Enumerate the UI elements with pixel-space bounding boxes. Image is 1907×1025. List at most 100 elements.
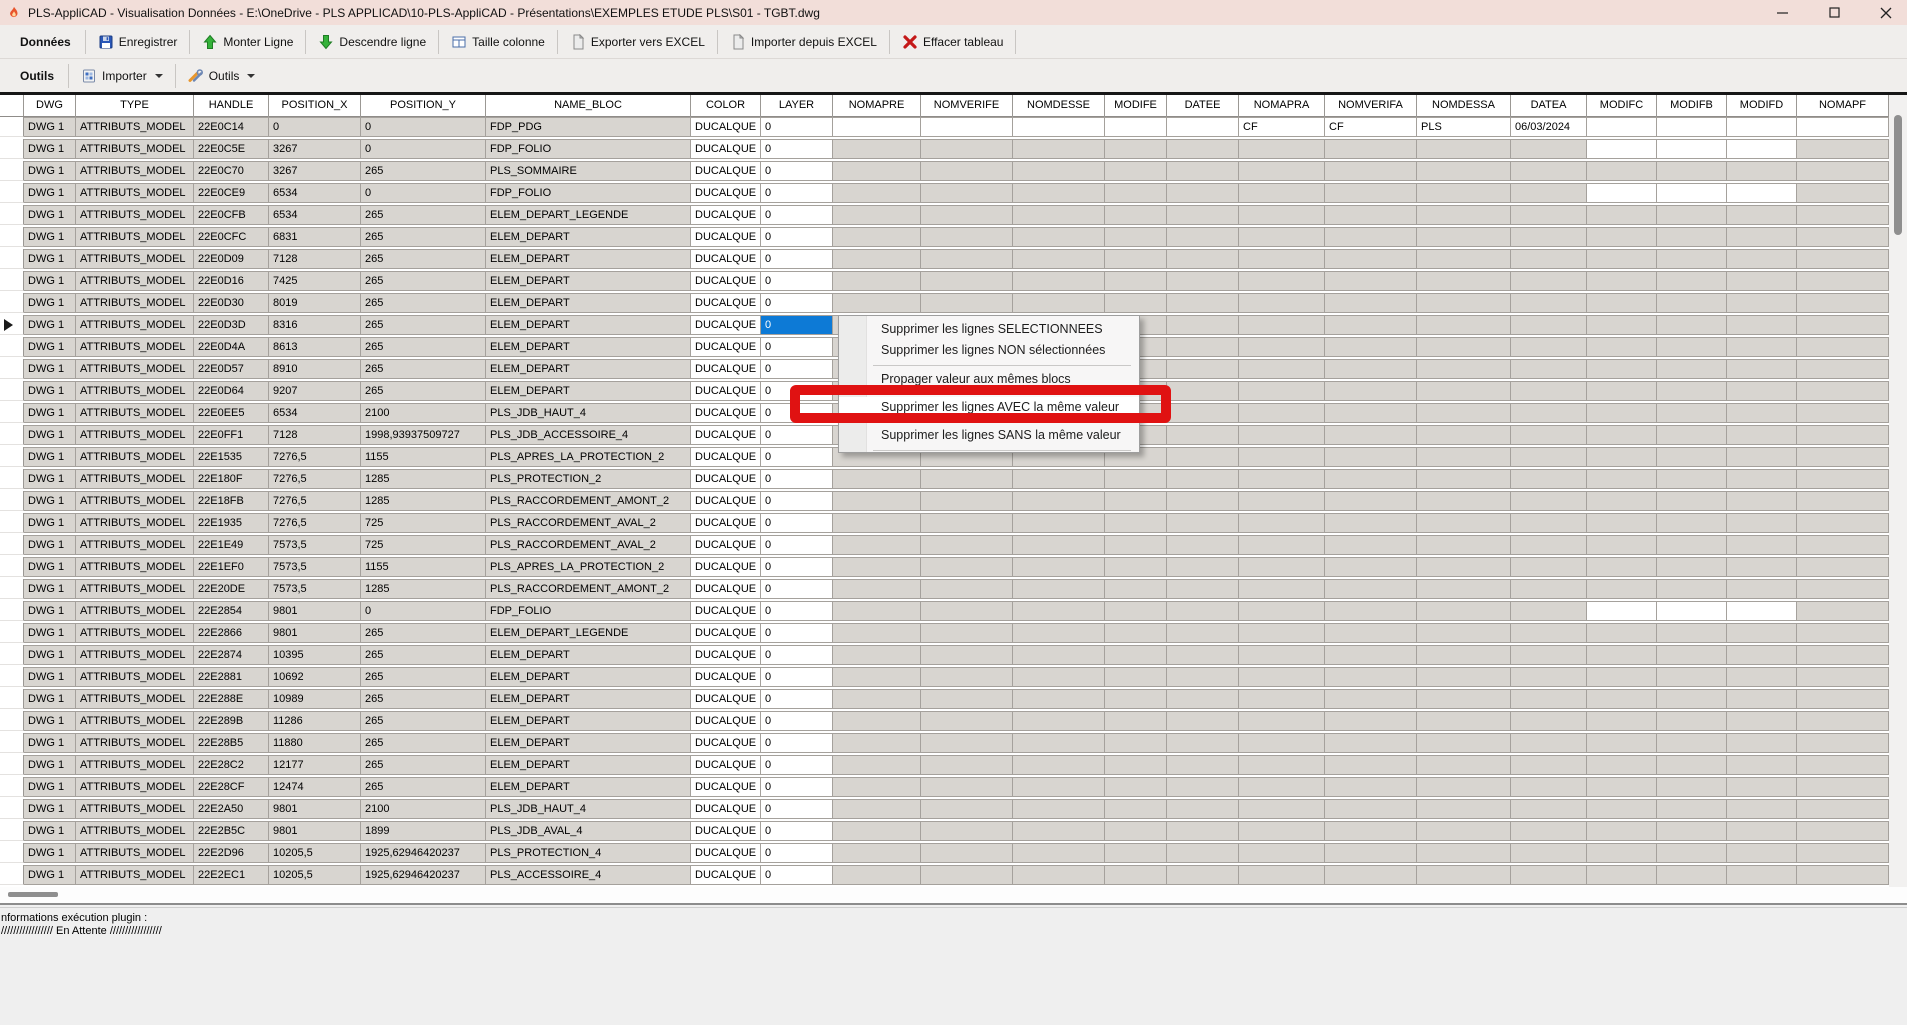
cell-modifc[interactable] [1587, 557, 1657, 577]
cell-datea[interactable] [1511, 469, 1587, 489]
cell-name_bloc[interactable]: PLS_RACCORDEMENT_AMONT_2 [486, 579, 691, 599]
cell-datea[interactable] [1511, 755, 1587, 775]
cell-nomdessa[interactable] [1417, 469, 1511, 489]
cell-nomapra[interactable] [1239, 271, 1325, 291]
cell-nomapf[interactable] [1797, 447, 1889, 467]
cell-modifd[interactable] [1727, 865, 1797, 885]
cell-nomapre[interactable] [833, 689, 921, 709]
cell-color[interactable]: DUCALQUE [691, 117, 761, 137]
cell-layer[interactable]: 0 [761, 711, 833, 731]
cell-nomverife[interactable] [921, 557, 1013, 577]
cell-dwg[interactable]: DWG 1 [24, 491, 76, 511]
cell-type[interactable]: ATTRIBUTS_MODEL [76, 513, 194, 533]
cell-handle[interactable]: 22E0C70 [194, 161, 269, 181]
cell-nomapre[interactable] [833, 513, 921, 533]
row-selector[interactable] [0, 711, 24, 731]
cell-modife[interactable] [1105, 271, 1167, 291]
cell-datee[interactable] [1167, 755, 1239, 775]
cell-datee[interactable] [1167, 843, 1239, 863]
column-header-position_y[interactable]: POSITION_Y [361, 95, 486, 117]
cell-modifc[interactable] [1587, 249, 1657, 269]
cell-position_x[interactable]: 9801 [269, 821, 361, 841]
cell-nomapre[interactable] [833, 821, 921, 841]
cell-nomverifa[interactable] [1325, 315, 1417, 335]
cell-position_x[interactable]: 11880 [269, 733, 361, 753]
cell-position_x[interactable]: 12474 [269, 777, 361, 797]
cell-nomdessa[interactable] [1417, 865, 1511, 885]
cell-nomapf[interactable] [1797, 645, 1889, 665]
cell-nomverife[interactable] [921, 667, 1013, 687]
cell-modifc[interactable] [1587, 755, 1657, 775]
cell-position_y[interactable]: 265 [361, 667, 486, 687]
cell-layer[interactable]: 0 [761, 865, 833, 885]
cell-layer[interactable]: 0 [761, 161, 833, 181]
cell-modifb[interactable] [1657, 667, 1727, 687]
cell-nomverife[interactable] [921, 777, 1013, 797]
cell-color[interactable]: DUCALQUE [691, 381, 761, 401]
cell-position_x[interactable]: 10395 [269, 645, 361, 665]
cell-datee[interactable] [1167, 271, 1239, 291]
cell-modifd[interactable] [1727, 469, 1797, 489]
cell-nomverife[interactable] [921, 623, 1013, 643]
cell-modife[interactable] [1105, 601, 1167, 621]
cell-nomdessa[interactable] [1417, 601, 1511, 621]
cell-nomverifa[interactable] [1325, 337, 1417, 357]
cell-modife[interactable] [1105, 183, 1167, 203]
close-button[interactable] [1873, 2, 1899, 24]
cell-name_bloc[interactable]: ELEM_DEPART [486, 271, 691, 291]
cell-modife[interactable] [1105, 821, 1167, 841]
cell-position_y[interactable]: 1155 [361, 447, 486, 467]
cell-color[interactable]: DUCALQUE [691, 777, 761, 797]
cell-nomapre[interactable] [833, 227, 921, 247]
cell-handle[interactable]: 22E0FF1 [194, 425, 269, 445]
cell-modife[interactable] [1105, 249, 1167, 269]
cell-type[interactable]: ATTRIBUTS_MODEL [76, 711, 194, 731]
cell-layer[interactable]: 0 [761, 425, 833, 445]
cell-nomdessa[interactable] [1417, 711, 1511, 731]
cell-datea[interactable] [1511, 623, 1587, 643]
cell-datee[interactable] [1167, 337, 1239, 357]
cell-datea[interactable] [1511, 799, 1587, 819]
cell-nomapf[interactable] [1797, 733, 1889, 753]
cell-modife[interactable] [1105, 205, 1167, 225]
cell-dwg[interactable]: DWG 1 [24, 381, 76, 401]
cell-modifd[interactable] [1727, 139, 1797, 159]
column-header-nomapre[interactable]: NOMAPRE [833, 95, 921, 117]
cell-name_bloc[interactable]: ELEM_DEPART [486, 227, 691, 247]
cell-modife[interactable] [1105, 117, 1167, 137]
cell-position_x[interactable]: 7425 [269, 271, 361, 291]
cell-modifc[interactable] [1587, 711, 1657, 731]
cell-color[interactable]: DUCALQUE [691, 557, 761, 577]
row-down-button[interactable]: Descendre ligne [310, 30, 434, 54]
cell-modifd[interactable] [1727, 293, 1797, 313]
cell-nomdessa[interactable] [1417, 821, 1511, 841]
cell-position_y[interactable]: 265 [361, 623, 486, 643]
cell-color[interactable]: DUCALQUE [691, 359, 761, 379]
cell-position_x[interactable]: 7276,5 [269, 491, 361, 511]
cell-nomverifa[interactable] [1325, 425, 1417, 445]
cell-type[interactable]: ATTRIBUTS_MODEL [76, 623, 194, 643]
cell-name_bloc[interactable]: ELEM_DEPART [486, 777, 691, 797]
cell-nomapre[interactable] [833, 865, 921, 885]
cell-nomverifa[interactable] [1325, 821, 1417, 841]
row-selector[interactable] [0, 469, 24, 489]
cell-modifb[interactable] [1657, 161, 1727, 181]
cell-modifd[interactable] [1727, 205, 1797, 225]
cell-handle[interactable]: 22E18FB [194, 491, 269, 511]
cell-handle[interactable]: 22E0D64 [194, 381, 269, 401]
cell-nomapra[interactable] [1239, 579, 1325, 599]
cell-name_bloc[interactable]: PLS_SOMMAIRE [486, 161, 691, 181]
cell-position_y[interactable]: 265 [361, 227, 486, 247]
cell-modifc[interactable] [1587, 271, 1657, 291]
cell-nomdessa[interactable] [1417, 843, 1511, 863]
cell-layer[interactable]: 0 [761, 359, 833, 379]
row-selector[interactable] [0, 667, 24, 687]
cell-nomdesse[interactable] [1013, 645, 1105, 665]
cell-nomapra[interactable] [1239, 601, 1325, 621]
cell-name_bloc[interactable]: ELEM_DEPART [486, 755, 691, 775]
cell-datee[interactable] [1167, 557, 1239, 577]
cell-nomverifa[interactable] [1325, 139, 1417, 159]
cell-color[interactable]: DUCALQUE [691, 821, 761, 841]
cell-position_y[interactable]: 725 [361, 535, 486, 555]
cell-color[interactable]: DUCALQUE [691, 623, 761, 643]
